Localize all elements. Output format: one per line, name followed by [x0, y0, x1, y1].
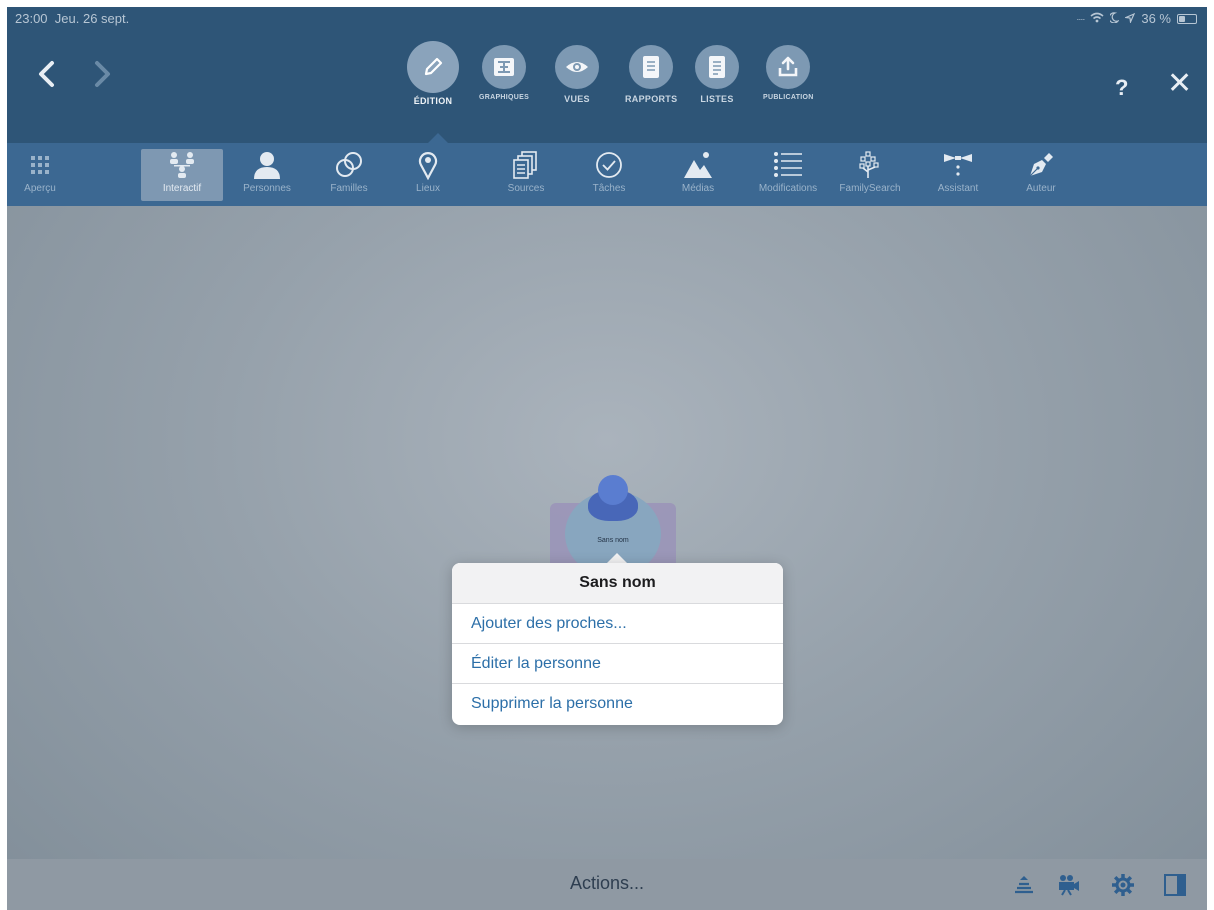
- tool-label: Assistant: [937, 183, 979, 194]
- moon-icon: [1108, 11, 1121, 26]
- status-icons: ···· 36 %: [1076, 11, 1197, 26]
- close-button[interactable]: ✕: [1167, 69, 1192, 99]
- stack-align-icon[interactable]: [1012, 873, 1036, 897]
- mode-label: LISTES: [700, 94, 734, 104]
- tool-familysearch[interactable]: FamilySearch: [827, 149, 913, 201]
- mode-label: GRAPHIQUES: [479, 94, 530, 101]
- bottom-bar: Actions...: [7, 859, 1207, 910]
- tool-bar: Aperçu Interactif Personnes Familles Lie…: [7, 143, 1207, 206]
- report-icon: [629, 45, 674, 89]
- tool-personnes[interactable]: Personnes: [228, 149, 306, 201]
- tool-lieux[interactable]: Lieux: [389, 149, 467, 201]
- mode-graphiques[interactable]: GRAPHIQUES: [479, 45, 529, 101]
- person-icon: [252, 149, 282, 181]
- gear-icon[interactable]: [1111, 873, 1135, 897]
- mode-label: VUES: [564, 94, 590, 104]
- edit-person-item[interactable]: Éditer la personne: [452, 643, 783, 683]
- check-circle-icon: [595, 149, 623, 181]
- mode-edition[interactable]: ÉDITION: [407, 41, 459, 106]
- tool-label: Personnes: [243, 183, 291, 194]
- forward-button[interactable]: [91, 59, 113, 95]
- tool-label: Sources: [507, 183, 545, 194]
- help-button[interactable]: ?: [1115, 75, 1128, 101]
- eye-icon: [555, 45, 599, 89]
- video-camera-icon[interactable]: [1057, 873, 1081, 897]
- mode-label: ÉDITION: [413, 96, 453, 106]
- grid-icon: [30, 149, 50, 181]
- tool-interactif[interactable]: Interactif: [141, 149, 223, 201]
- status-bar: 23:00 Jeu. 26 sept. ···· 36 %: [7, 7, 1207, 29]
- delete-person-item[interactable]: Supprimer la personne: [452, 683, 783, 723]
- documents-icon: [512, 149, 540, 181]
- tool-label: Familles: [330, 183, 368, 194]
- sidebar-toggle-icon[interactable]: [1163, 873, 1187, 897]
- popover-title: Sans nom: [452, 563, 783, 603]
- tool-apercu[interactable]: Aperçu: [7, 149, 79, 201]
- tree-chart-icon: [482, 45, 527, 89]
- map-pin-icon: [417, 149, 439, 181]
- tool-familles[interactable]: Familles: [310, 149, 388, 201]
- node-name: Sans nom: [597, 537, 629, 544]
- tool-label: Tâches: [592, 183, 626, 194]
- tool-label: Médias: [681, 183, 715, 194]
- tool-medias[interactable]: Médias: [659, 149, 737, 201]
- familysearch-tree-icon: [857, 149, 883, 181]
- mode-listes[interactable]: LISTES: [695, 45, 739, 104]
- tool-label: Lieux: [416, 183, 440, 194]
- back-button[interactable]: [35, 59, 57, 95]
- fountain-pen-icon: [1026, 149, 1056, 181]
- landscape-icon: [682, 149, 714, 181]
- upload-icon: [766, 45, 811, 89]
- location-icon: [1124, 11, 1136, 26]
- mode-vues[interactable]: VUES: [555, 45, 599, 104]
- mode-label: PUBLICATION: [763, 94, 814, 101]
- mode-rapports[interactable]: RAPPORTS: [625, 45, 677, 104]
- add-relatives-item[interactable]: Ajouter des proches...: [452, 603, 783, 643]
- pencil-icon: [407, 41, 459, 93]
- tool-assistant[interactable]: Assistant: [919, 149, 997, 201]
- bowtie-icon: [942, 149, 974, 181]
- tool-taches[interactable]: Tâches: [570, 149, 648, 201]
- tool-label: FamilySearch: [839, 183, 901, 194]
- tool-label: Modifications: [758, 183, 818, 194]
- rings-icon: [334, 149, 364, 181]
- mode-publication[interactable]: PUBLICATION: [763, 45, 814, 101]
- status-time: 23:00 Jeu. 26 sept.: [15, 11, 129, 26]
- signal-icon: ····: [1076, 13, 1085, 24]
- popover-arrow: [607, 553, 627, 563]
- selected-mode-pointer: [428, 133, 448, 143]
- date: Jeu. 26 sept.: [54, 11, 130, 26]
- battery-fill: [1179, 15, 1185, 22]
- person-silhouette-icon: [598, 475, 628, 505]
- battery-percent: 36 %: [1141, 11, 1171, 26]
- tool-auteur[interactable]: Auteur: [1002, 149, 1080, 201]
- family-tree-icon: [165, 149, 199, 181]
- app-screen: 23:00 Jeu. 26 sept. ···· 36 % ÉDITION GR…: [7, 7, 1207, 910]
- list-document-icon: [695, 45, 739, 89]
- wifi-icon: [1090, 11, 1104, 26]
- mode-label: RAPPORTS: [625, 94, 678, 104]
- top-bar: 23:00 Jeu. 26 sept. ···· 36 % ÉDITION GR…: [7, 7, 1207, 143]
- clock: 23:00: [15, 11, 48, 26]
- tool-sources[interactable]: Sources: [487, 149, 565, 201]
- list-icon: [772, 149, 804, 181]
- tool-label: Interactif: [162, 183, 202, 194]
- context-popover: Sans nom Ajouter des proches... Éditer l…: [452, 563, 783, 725]
- tool-label: Auteur: [1026, 183, 1056, 194]
- tool-label: Aperçu: [24, 183, 56, 194]
- battery-icon: [1177, 13, 1197, 24]
- tool-modifications[interactable]: Modifications: [746, 149, 830, 201]
